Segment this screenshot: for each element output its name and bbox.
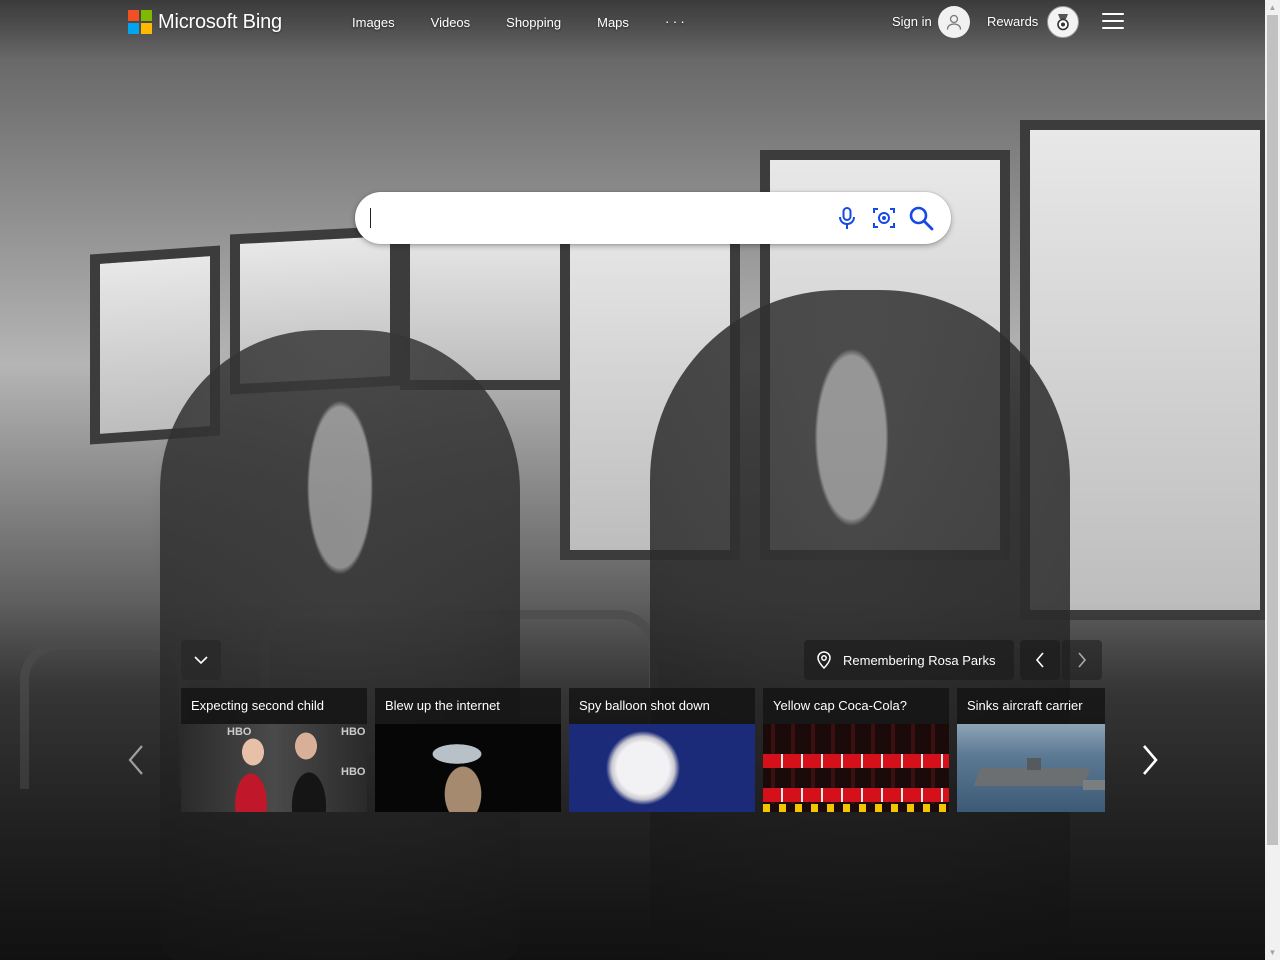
scroll-up-arrow-icon[interactable]: ▲ bbox=[1265, 0, 1280, 15]
news-carousel: Expecting second child HBO HBO HBO Blew … bbox=[181, 688, 1105, 812]
previous-image-button[interactable] bbox=[1020, 640, 1060, 680]
text-cursor bbox=[370, 208, 371, 228]
scrollbar-thumb[interactable] bbox=[1267, 15, 1278, 845]
location-pin-icon bbox=[817, 651, 831, 669]
news-card-title: Blew up the internet bbox=[385, 698, 500, 713]
background-image bbox=[0, 0, 1265, 960]
rewards-medal-icon[interactable] bbox=[1047, 6, 1079, 38]
news-card[interactable]: Spy balloon shot down bbox=[569, 688, 755, 812]
search-box bbox=[355, 192, 951, 244]
menu-hamburger-icon[interactable] bbox=[1102, 13, 1124, 31]
nav-maps[interactable]: Maps bbox=[597, 15, 629, 30]
logo-square-red bbox=[128, 10, 139, 21]
news-carousel-next-button[interactable] bbox=[1136, 742, 1162, 778]
sign-in-link[interactable]: Sign in bbox=[892, 14, 932, 29]
news-card[interactable]: Expecting second child HBO HBO HBO bbox=[181, 688, 367, 812]
brand-name: Microsoft Bing bbox=[158, 10, 282, 33]
next-image-button[interactable] bbox=[1062, 640, 1102, 680]
image-location-label: Remembering Rosa Parks bbox=[843, 652, 996, 668]
page-scrollbar[interactable]: ▲ ▼ bbox=[1265, 0, 1280, 960]
collapse-feed-button[interactable] bbox=[181, 640, 221, 680]
chevron-left-icon bbox=[128, 745, 143, 775]
news-card-thumbnail bbox=[569, 724, 755, 812]
search-input[interactable] bbox=[371, 203, 825, 235]
news-card[interactable]: Sinks aircraft carrier bbox=[957, 688, 1105, 812]
logo-square-blue bbox=[128, 23, 139, 34]
news-card[interactable]: Blew up the internet bbox=[375, 688, 561, 812]
nav-videos[interactable]: Videos bbox=[431, 15, 471, 30]
nav-shopping[interactable]: Shopping bbox=[506, 15, 561, 30]
chevron-down-icon bbox=[194, 656, 208, 665]
rewards-link[interactable]: Rewards bbox=[987, 14, 1038, 29]
news-card-title: Spy balloon shot down bbox=[579, 698, 710, 713]
scroll-down-arrow-icon[interactable]: ▼ bbox=[1265, 945, 1280, 960]
chevron-right-icon bbox=[1143, 745, 1158, 775]
user-avatar-icon[interactable] bbox=[938, 6, 970, 38]
news-card-title: Sinks aircraft carrier bbox=[967, 698, 1083, 713]
news-card-thumbnail bbox=[763, 724, 949, 812]
news-card-thumbnail bbox=[957, 724, 1105, 812]
search-icon[interactable] bbox=[908, 205, 934, 231]
microsoft-logo-icon bbox=[128, 10, 152, 34]
news-card[interactable]: Yellow cap Coca-Cola? bbox=[763, 688, 949, 812]
visual-search-icon[interactable] bbox=[871, 205, 897, 231]
bing-logo[interactable]: Microsoft Bing bbox=[128, 10, 282, 34]
chevron-left-icon bbox=[1035, 652, 1044, 668]
image-info-button[interactable]: Remembering Rosa Parks bbox=[804, 640, 1014, 680]
news-carousel-prev-button[interactable] bbox=[124, 742, 150, 778]
top-nav: Images Videos Shopping Maps ··· bbox=[352, 13, 724, 30]
microphone-icon[interactable] bbox=[834, 205, 860, 231]
logo-square-green bbox=[141, 10, 152, 21]
nav-more-button[interactable]: ··· bbox=[665, 13, 688, 30]
news-card-title: Expecting second child bbox=[191, 698, 324, 713]
news-card-title: Yellow cap Coca-Cola? bbox=[773, 698, 907, 713]
chevron-right-icon bbox=[1078, 652, 1087, 668]
news-card-thumbnail bbox=[375, 724, 561, 812]
logo-square-yellow bbox=[141, 23, 152, 34]
nav-images[interactable]: Images bbox=[352, 15, 395, 30]
news-card-thumbnail: HBO HBO HBO bbox=[181, 724, 367, 812]
